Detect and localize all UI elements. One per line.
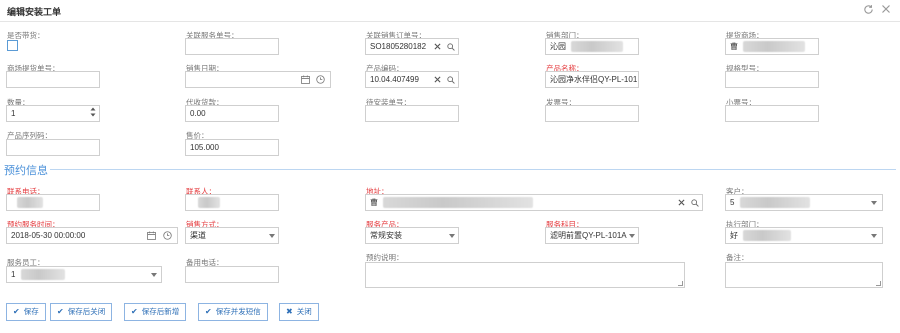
qty-stepper[interactable]: 1 xyxy=(6,105,100,122)
redacted-mask xyxy=(571,41,624,53)
save-close-button[interactable]: ✔ 保存后关闭 xyxy=(50,303,113,321)
service-time-value: 2018-05-30 00:00:00 xyxy=(11,231,86,240)
mall-value: 曹 xyxy=(730,42,738,51)
ticket-input[interactable] xyxy=(725,105,819,122)
chevron-down-icon[interactable] xyxy=(868,228,879,243)
staff-select[interactable]: 1 xyxy=(6,266,162,283)
address-value: 曹 xyxy=(370,198,378,207)
close-button[interactable]: ✖ 关闭 xyxy=(279,303,319,321)
clear-icon[interactable] xyxy=(432,39,443,54)
close-icon: ✖ xyxy=(286,307,293,316)
service-item-value: 滤明前置QY-PL-101A xyxy=(550,231,627,240)
chevron-down-icon[interactable] xyxy=(446,228,457,243)
redacted-mask xyxy=(383,197,534,209)
close-icon[interactable] xyxy=(881,4,891,17)
check-icon: ✔ xyxy=(13,307,20,316)
refresh-icon[interactable] xyxy=(863,4,874,18)
product-code-input[interactable]: 10.04.407499 xyxy=(365,71,459,88)
chevron-down-icon[interactable] xyxy=(868,195,879,210)
search-icon[interactable] xyxy=(445,72,456,87)
clock-icon[interactable] xyxy=(162,228,173,243)
sales-date-input[interactable] xyxy=(185,71,331,88)
invoice-input[interactable] xyxy=(545,105,639,122)
pending-install-input[interactable] xyxy=(365,105,459,122)
service-product-select[interactable]: 常规安装 xyxy=(365,227,459,244)
staff-value: 1 xyxy=(11,270,16,279)
sales-dept-value: 沁园 xyxy=(550,42,566,51)
section-divider xyxy=(50,169,896,170)
resize-handle-icon[interactable] xyxy=(678,281,683,286)
mall-pickup-input[interactable] xyxy=(6,71,100,88)
product-code-value: 10.04.407499 xyxy=(370,75,419,84)
mall-input[interactable]: 曹 xyxy=(725,38,819,55)
exec-dept-value: 好 xyxy=(730,231,738,240)
related-sales-input[interactable]: SO1805280182 xyxy=(365,38,459,55)
redacted-mask xyxy=(743,41,806,53)
exec-dept-select[interactable]: 好 xyxy=(725,227,883,244)
service-item-select[interactable]: 滤明前置QY-PL-101A xyxy=(545,227,639,244)
product-name-input[interactable]: 沁园净水伴侣QY-PL-101 xyxy=(545,71,639,88)
cod-input[interactable]: 0.00 xyxy=(185,105,279,122)
has-goods-checkbox[interactable] xyxy=(7,40,18,51)
resize-handle-icon[interactable] xyxy=(876,281,881,286)
customer-select[interactable]: 5 xyxy=(725,194,883,211)
check-icon: ✔ xyxy=(205,307,212,316)
contact-input[interactable] xyxy=(185,194,279,211)
redacted-mask xyxy=(198,197,220,209)
search-icon[interactable] xyxy=(445,39,456,54)
redacted-mask xyxy=(20,269,65,281)
calendar-icon[interactable] xyxy=(300,72,311,87)
redacted-mask xyxy=(739,197,810,209)
chevron-down-icon[interactable] xyxy=(626,228,637,243)
serial-input[interactable] xyxy=(6,139,100,156)
reservation-section-title: 预约信息 xyxy=(4,165,48,177)
customer-value: 5 xyxy=(730,198,735,207)
related-sales-value: SO1805280182 xyxy=(370,42,427,51)
chevron-down-icon[interactable] xyxy=(148,267,159,282)
calendar-icon[interactable] xyxy=(146,228,157,243)
sales-dept-input[interactable]: 沁园 xyxy=(545,38,639,55)
related-service-input[interactable] xyxy=(185,38,279,55)
service-time-input[interactable]: 2018-05-30 00:00:00 xyxy=(6,227,178,244)
check-icon: ✔ xyxy=(131,307,138,316)
sales-method-value: 渠道 xyxy=(190,231,206,240)
qty-value: 1 xyxy=(11,109,16,118)
save-new-button[interactable]: ✔ 保存后新增 xyxy=(124,303,187,321)
phone-input[interactable] xyxy=(6,194,100,211)
spec-input[interactable] xyxy=(725,71,819,88)
save-sms-button[interactable]: ✔ 保存并发短信 xyxy=(198,303,268,321)
chevron-down-icon[interactable] xyxy=(266,228,277,243)
note-textarea[interactable] xyxy=(365,262,685,288)
window-title: 编辑安装工单 xyxy=(7,7,62,17)
clear-icon[interactable] xyxy=(676,195,687,210)
clock-icon[interactable] xyxy=(315,72,326,87)
check-icon: ✔ xyxy=(57,307,64,316)
save-button[interactable]: ✔ 保存 xyxy=(6,303,46,321)
remark-textarea[interactable] xyxy=(725,262,883,288)
price-input[interactable]: 105.000 xyxy=(185,139,279,156)
window-titlebar: 编辑安装工单 xyxy=(0,0,900,22)
service-product-value: 常规安装 xyxy=(370,231,402,240)
redacted-mask xyxy=(17,197,43,209)
search-icon[interactable] xyxy=(689,195,700,210)
sales-method-select[interactable]: 渠道 xyxy=(185,227,279,244)
address-input[interactable]: 曹 xyxy=(365,194,703,211)
clear-icon[interactable] xyxy=(432,72,443,87)
backup-phone-input[interactable] xyxy=(185,266,279,283)
redacted-mask xyxy=(743,230,792,242)
stepper-arrows-icon[interactable] xyxy=(87,106,98,121)
